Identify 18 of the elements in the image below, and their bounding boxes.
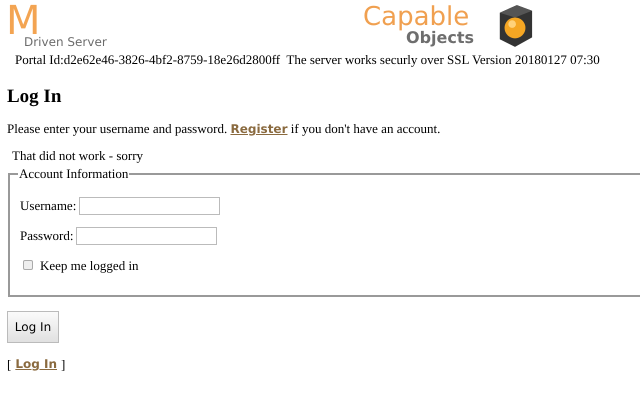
page-heading: Log In [7, 85, 62, 109]
error-message: That did not work - sorry [12, 148, 144, 164]
panel-legend: Account Information [18, 164, 130, 184]
remember-checkbox[interactable] [23, 260, 33, 270]
input-field[interactable] [76, 226, 218, 244]
bracket-text: [ [7, 356, 12, 374]
brand-name: Capable [363, 4, 470, 30]
intro-text: Please enter your username and password. Register if you don't have an account. [7, 121, 442, 137]
login-link[interactable]: Log In [15, 355, 58, 374]
bracket-text: ] [61, 356, 66, 374]
field-label: Password: [20, 226, 74, 245]
input-field[interactable] [79, 196, 220, 214]
login-button[interactable]: Log In [7, 311, 59, 343]
checkbox-label: Keep me logged in [40, 256, 139, 275]
register-link[interactable]: Register [230, 122, 288, 136]
field-label: Username: [20, 196, 76, 215]
brand-subtitle: Objects [406, 30, 474, 46]
status-text: Portal Id:d2e62e46-3826-4bf2-8759-18e26d2800ff The server works securly over SSL Version 20180127 07:30 [14, 52, 601, 68]
